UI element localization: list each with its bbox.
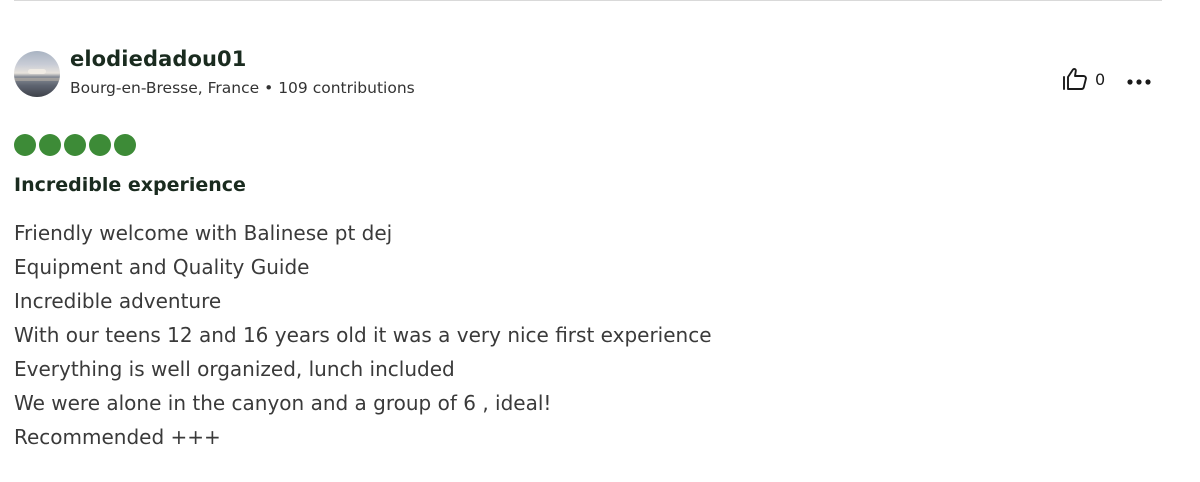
review-body-line: With our teens 12 and 16 years old it wa… xyxy=(14,323,712,347)
rating-bubbles xyxy=(14,134,136,156)
meta-separator: • xyxy=(264,79,274,97)
avatar-highlight xyxy=(28,69,46,74)
helpful-vote-button[interactable]: 0 xyxy=(1062,64,1105,94)
thumbs-up-icon xyxy=(1062,67,1088,91)
reviewer-location: Bourg-en-Bresse, France xyxy=(70,79,260,97)
rating-bubble xyxy=(64,134,86,156)
review-title: Incredible experience xyxy=(14,174,246,196)
review-body-line: We were alone in the canyon and a group … xyxy=(14,391,552,415)
review-body-line: Friendly welcome with Balinese pt dej xyxy=(14,221,393,245)
helpful-count: 0 xyxy=(1095,69,1106,89)
avatar[interactable] xyxy=(14,51,60,97)
more-options-button[interactable] xyxy=(1122,66,1156,92)
review-body: Friendly welcome with Balinese pt dej Equ… xyxy=(14,216,1114,454)
more-horizontal-icon xyxy=(1127,70,1151,89)
rating-bubble xyxy=(14,134,36,156)
review-body-line: Recommended +++ xyxy=(14,425,221,449)
review-body-line: Equipment and Quality Guide xyxy=(14,255,310,279)
review-body-line: Everything is well organized, lunch incl… xyxy=(14,357,455,381)
top-divider xyxy=(14,0,1162,1)
rating-bubble xyxy=(39,134,61,156)
reviewer-name[interactable]: elodiedadou01 xyxy=(70,47,246,71)
review-body-line: Incredible adventure xyxy=(14,289,222,313)
reviewer-contributions: 109 contributions xyxy=(278,79,415,97)
reviewer-meta: Bourg-en-Bresse, France • 109 contributi… xyxy=(70,79,415,97)
review-card: elodiedadou01 Bourg-en-Bresse, France • … xyxy=(0,0,1200,482)
rating-bubble xyxy=(114,134,136,156)
avatar-horizon xyxy=(14,78,60,81)
rating-bubble xyxy=(89,134,111,156)
